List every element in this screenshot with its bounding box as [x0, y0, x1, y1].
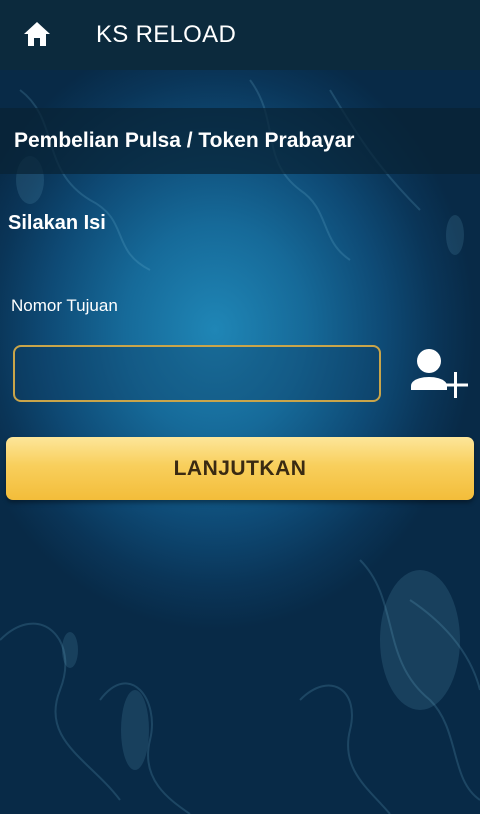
phone-number-label: Nomor Tujuan: [11, 296, 118, 315]
add-contact-icon[interactable]: [408, 346, 470, 404]
continue-button[interactable]: LANJUTKAN: [6, 437, 474, 500]
top-app-bar: KS RELOAD: [0, 0, 480, 70]
home-icon[interactable]: [23, 21, 51, 47]
screen: KS RELOAD Pembelian Pulsa / Token Prabay…: [0, 0, 480, 814]
section-title: Pembelian Pulsa / Token Prabayar: [14, 129, 355, 152]
app-title: KS RELOAD: [96, 21, 237, 48]
section-header: Pembelian Pulsa / Token Prabayar: [0, 108, 480, 174]
phone-number-input[interactable]: [13, 345, 381, 402]
continue-button-label: LANJUTKAN: [173, 456, 307, 480]
instruction-text: Silakan Isi: [8, 212, 106, 234]
